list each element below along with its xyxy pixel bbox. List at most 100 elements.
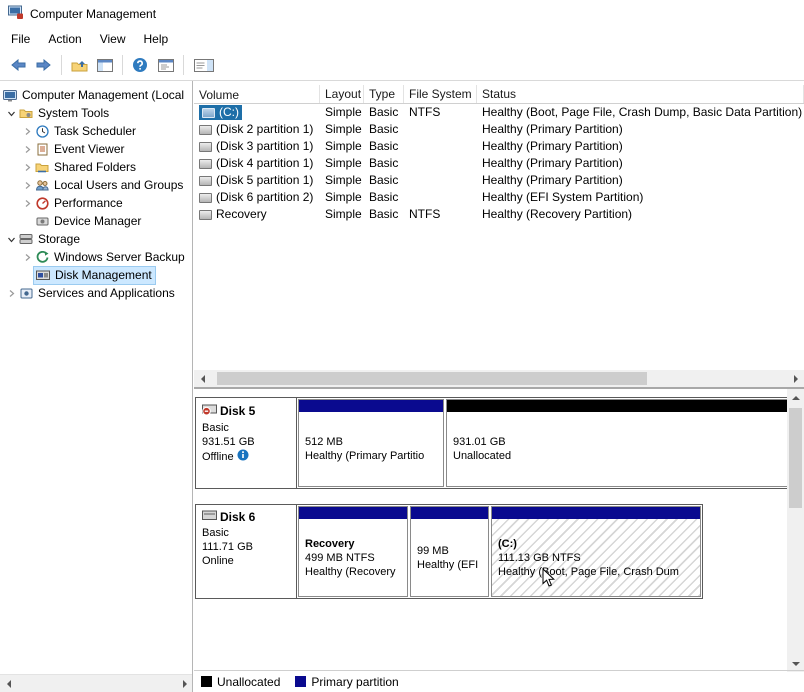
chevron-right-icon[interactable] xyxy=(20,181,34,190)
action-pane-button[interactable] xyxy=(189,53,219,77)
sidebar-item-device-manager[interactable]: Device Manager xyxy=(0,212,192,230)
back-button[interactable] xyxy=(6,53,30,77)
arrow-left-icon xyxy=(7,680,11,688)
sidebar-item-shared-folders[interactable]: Shared Folders xyxy=(0,158,192,176)
toolbar-separator xyxy=(183,55,184,75)
partition-c[interactable]: (C:) 111.13 GB NTFS Healthy (Boot, Page … xyxy=(491,506,701,597)
windows-server-backup-icon xyxy=(34,251,50,264)
menu-file[interactable]: File xyxy=(2,29,39,49)
sidebar-item-system-tools[interactable]: System Tools xyxy=(0,104,192,122)
column-header-status[interactable]: Status xyxy=(477,85,804,103)
column-header-file-system[interactable]: File System xyxy=(404,85,477,103)
disk-offline-icon xyxy=(202,403,217,419)
sidebar-item-windows-server-backup[interactable]: Windows Server Backup xyxy=(0,248,192,266)
scroll-left-button[interactable] xyxy=(194,370,211,387)
volume-row-disk6-part2[interactable]: (Disk 6 partition 2) Simple Basic Health… xyxy=(194,189,804,206)
menu-help[interactable]: Help xyxy=(135,29,178,49)
partition-size: 99 MB xyxy=(417,544,488,558)
info-icon[interactable] xyxy=(237,449,249,465)
selected-volume: (C:) xyxy=(199,105,242,120)
scrollbar-thumb[interactable] xyxy=(789,408,802,508)
volume-list-horizontal-scrollbar[interactable] xyxy=(194,370,804,387)
partition-size: 512 MB xyxy=(305,435,443,449)
graphical-view-vertical-scrollbar[interactable] xyxy=(787,389,804,672)
storage-icon xyxy=(18,233,34,245)
scroll-left-button[interactable] xyxy=(0,675,17,692)
volume-row-disk4-part1[interactable]: (Disk 4 partition 1) Simple Basic Health… xyxy=(194,155,804,172)
disk6-partitions: Recovery 499 MB NTFS Healthy (Recovery 9… xyxy=(297,505,702,598)
help-button[interactable] xyxy=(128,53,152,77)
show-hide-console-tree-button[interactable] xyxy=(93,53,117,77)
chevron-right-icon[interactable] xyxy=(4,289,18,298)
console-window-button[interactable] xyxy=(154,53,178,77)
window-title: Computer Management xyxy=(30,7,156,21)
sidebar-item-label: Windows Server Backup xyxy=(54,250,185,264)
volume-row-c[interactable]: (C:) Simple Basic NTFS Healthy (Boot, Pa… xyxy=(194,104,804,121)
arrow-right-icon xyxy=(794,375,798,383)
volume-name: (Disk 6 partition 2) xyxy=(216,189,313,206)
legend-primary-label: Primary partition xyxy=(311,675,398,689)
chevron-right-icon[interactable] xyxy=(20,145,34,154)
chevron-down-icon[interactable] xyxy=(4,109,18,118)
volume-name: (Disk 3 partition 1) xyxy=(216,138,313,155)
sidebar-item-task-scheduler[interactable]: Task Scheduler xyxy=(0,122,192,140)
sidebar-item-disk-management[interactable]: Disk Management xyxy=(0,266,192,284)
sidebar-item-performance[interactable]: Performance xyxy=(0,194,192,212)
chevron-down-icon[interactable] xyxy=(4,235,18,244)
disk-type: Basic xyxy=(202,526,291,540)
layout-cell: Simple xyxy=(320,121,364,138)
scrollbar-track[interactable] xyxy=(787,406,804,655)
scroll-right-button[interactable] xyxy=(787,370,804,387)
disk-name: Disk 5 xyxy=(220,404,255,418)
scroll-right-button[interactable] xyxy=(176,675,193,692)
column-header-layout[interactable]: Layout xyxy=(320,85,364,103)
column-header-volume[interactable]: Volume xyxy=(194,85,320,103)
partition-efi[interactable]: 99 MB Healthy (EFI xyxy=(410,506,489,597)
column-header-type[interactable]: Type xyxy=(364,85,404,103)
file-system-cell xyxy=(404,138,477,155)
sidebar-item-event-viewer[interactable]: Event Viewer xyxy=(0,140,192,158)
disk-state: Offline xyxy=(202,450,234,464)
partition-disk5-1[interactable]: 512 MB Healthy (Primary Partitio xyxy=(298,399,444,487)
task-scheduler-icon xyxy=(34,125,50,138)
file-system-cell xyxy=(404,172,477,189)
file-system-cell xyxy=(404,121,477,138)
arrow-up-icon xyxy=(792,396,800,400)
disk5-header[interactable]: Disk 5 Basic 931.51 GB Offline xyxy=(196,398,297,488)
scrollbar-thumb[interactable] xyxy=(217,372,647,385)
graphical-view: Disk 5 Basic 931.51 GB Offline 512 MB He… xyxy=(194,387,804,670)
scrollbar-track[interactable] xyxy=(211,370,787,387)
tree-horizontal-scrollbar[interactable] xyxy=(0,674,193,692)
app-icon xyxy=(8,5,24,23)
chevron-right-icon[interactable] xyxy=(20,253,34,262)
status-cell: Healthy (EFI System Partition) xyxy=(477,189,804,206)
chevron-right-icon[interactable] xyxy=(20,163,34,172)
disk6-header[interactable]: Disk 6 Basic 111.71 GB Online xyxy=(196,505,297,598)
volume-row-disk2-part1[interactable]: (Disk 2 partition 1) Simple Basic Health… xyxy=(194,121,804,138)
volume-row-disk3-part1[interactable]: (Disk 3 partition 1) Simple Basic Health… xyxy=(194,138,804,155)
sidebar-item-storage[interactable]: Storage xyxy=(0,230,192,248)
menu-action[interactable]: Action xyxy=(39,29,90,49)
volume-name: (Disk 4 partition 1) xyxy=(216,155,313,172)
chevron-right-icon[interactable] xyxy=(20,199,34,208)
menu-view[interactable]: View xyxy=(91,29,135,49)
volume-name: Recovery xyxy=(216,206,267,223)
disk5-partitions: 512 MB Healthy (Primary Partitio 931.01 … xyxy=(297,398,789,488)
up-level-button[interactable] xyxy=(67,53,91,77)
sidebar-item-local-users-and-groups[interactable]: Local Users and Groups xyxy=(0,176,192,194)
forward-button[interactable] xyxy=(32,53,56,77)
volume-row-disk5-part1[interactable]: (Disk 5 partition 1) Simple Basic Health… xyxy=(194,172,804,189)
chevron-right-icon[interactable] xyxy=(20,127,34,136)
scrollbar-track[interactable] xyxy=(17,675,176,692)
partition-recovery[interactable]: Recovery 499 MB NTFS Healthy (Recovery xyxy=(298,506,408,597)
sidebar-item-services-and-applications[interactable]: Services and Applications xyxy=(0,284,192,302)
partition-disk5-unallocated[interactable]: 931.01 GB Unallocated xyxy=(446,399,788,487)
scroll-up-button[interactable] xyxy=(787,389,804,406)
volume-row-recovery[interactable]: Recovery Simple Basic NTFS Healthy (Reco… xyxy=(194,206,804,223)
type-cell: Basic xyxy=(364,155,404,172)
status-cell: Healthy (Primary Partition) xyxy=(477,138,804,155)
type-cell: Basic xyxy=(364,172,404,189)
file-system-cell: NTFS xyxy=(404,104,477,121)
partition-size: 499 MB NTFS xyxy=(305,551,407,565)
sidebar-item-computer-management[interactable]: Computer Management (Local xyxy=(0,86,192,104)
